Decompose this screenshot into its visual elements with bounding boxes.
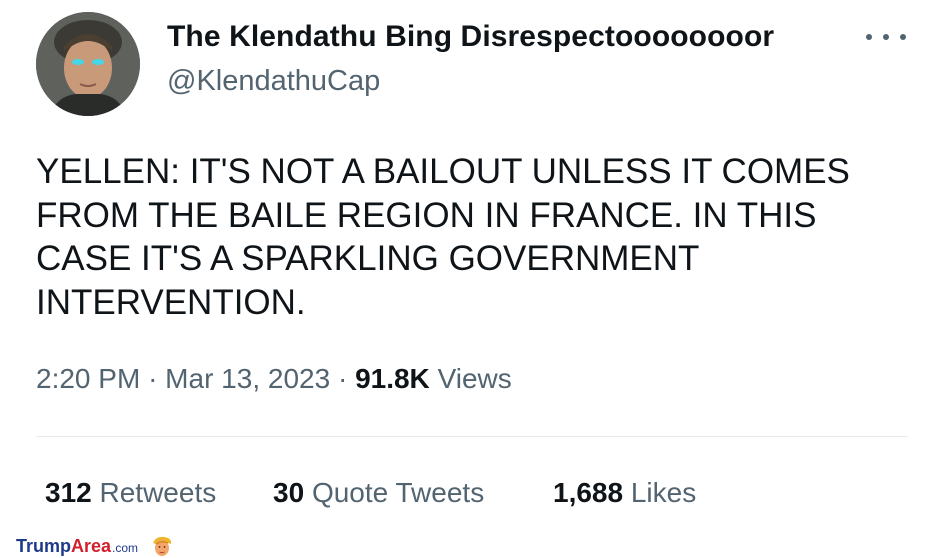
views-label: Views: [437, 363, 512, 394]
more-dot: [866, 34, 872, 40]
trump-face-logo-icon: [153, 536, 172, 556]
views-count: 91.8K: [355, 363, 430, 394]
meta-separator: ·: [148, 363, 158, 394]
watermark-brand-part2: Area: [71, 535, 112, 556]
likes-stat[interactable]: 1,688 Likes: [553, 477, 696, 509]
tweet-text: YELLEN: IT'S NOT A BAILOUT UNLESS IT COM…: [36, 152, 850, 322]
watermark: Trump Area .com: [16, 535, 174, 557]
retweets-label: Retweets: [99, 477, 217, 508]
watermark-brand-suffix: .com: [112, 541, 139, 555]
quotes-count: 30: [273, 477, 305, 508]
author-handle[interactable]: @KlendathuCap: [167, 65, 380, 98]
tweet-meta: 2:20 PM · Mar 13, 2023 · 91.8K Views: [36, 363, 512, 395]
retweets-stat[interactable]: 312 Retweets: [45, 477, 216, 509]
watermark-brand-part1: Trump: [16, 535, 72, 556]
divider: [36, 436, 908, 437]
tweet-time[interactable]: 2:20 PM: [36, 363, 140, 394]
quotes-label: Quote Tweets: [311, 477, 485, 508]
likes-count: 1,688: [553, 477, 624, 508]
retweets-count: 312: [45, 477, 92, 508]
avatar-image: [36, 12, 140, 116]
avatar[interactable]: [36, 12, 140, 116]
more-dot: [900, 34, 906, 40]
meta-separator: ·: [337, 363, 348, 394]
likes-label: Likes: [630, 477, 697, 508]
more-horizontal-icon[interactable]: [866, 22, 906, 52]
tweet-date[interactable]: Mar 13, 2023: [165, 363, 330, 394]
more-dot: [883, 34, 889, 40]
author-display-name[interactable]: The Klendathu Bing Disrespectoooooooor: [167, 20, 774, 54]
quote-tweets-stat[interactable]: 30 Quote Tweets: [273, 477, 484, 509]
